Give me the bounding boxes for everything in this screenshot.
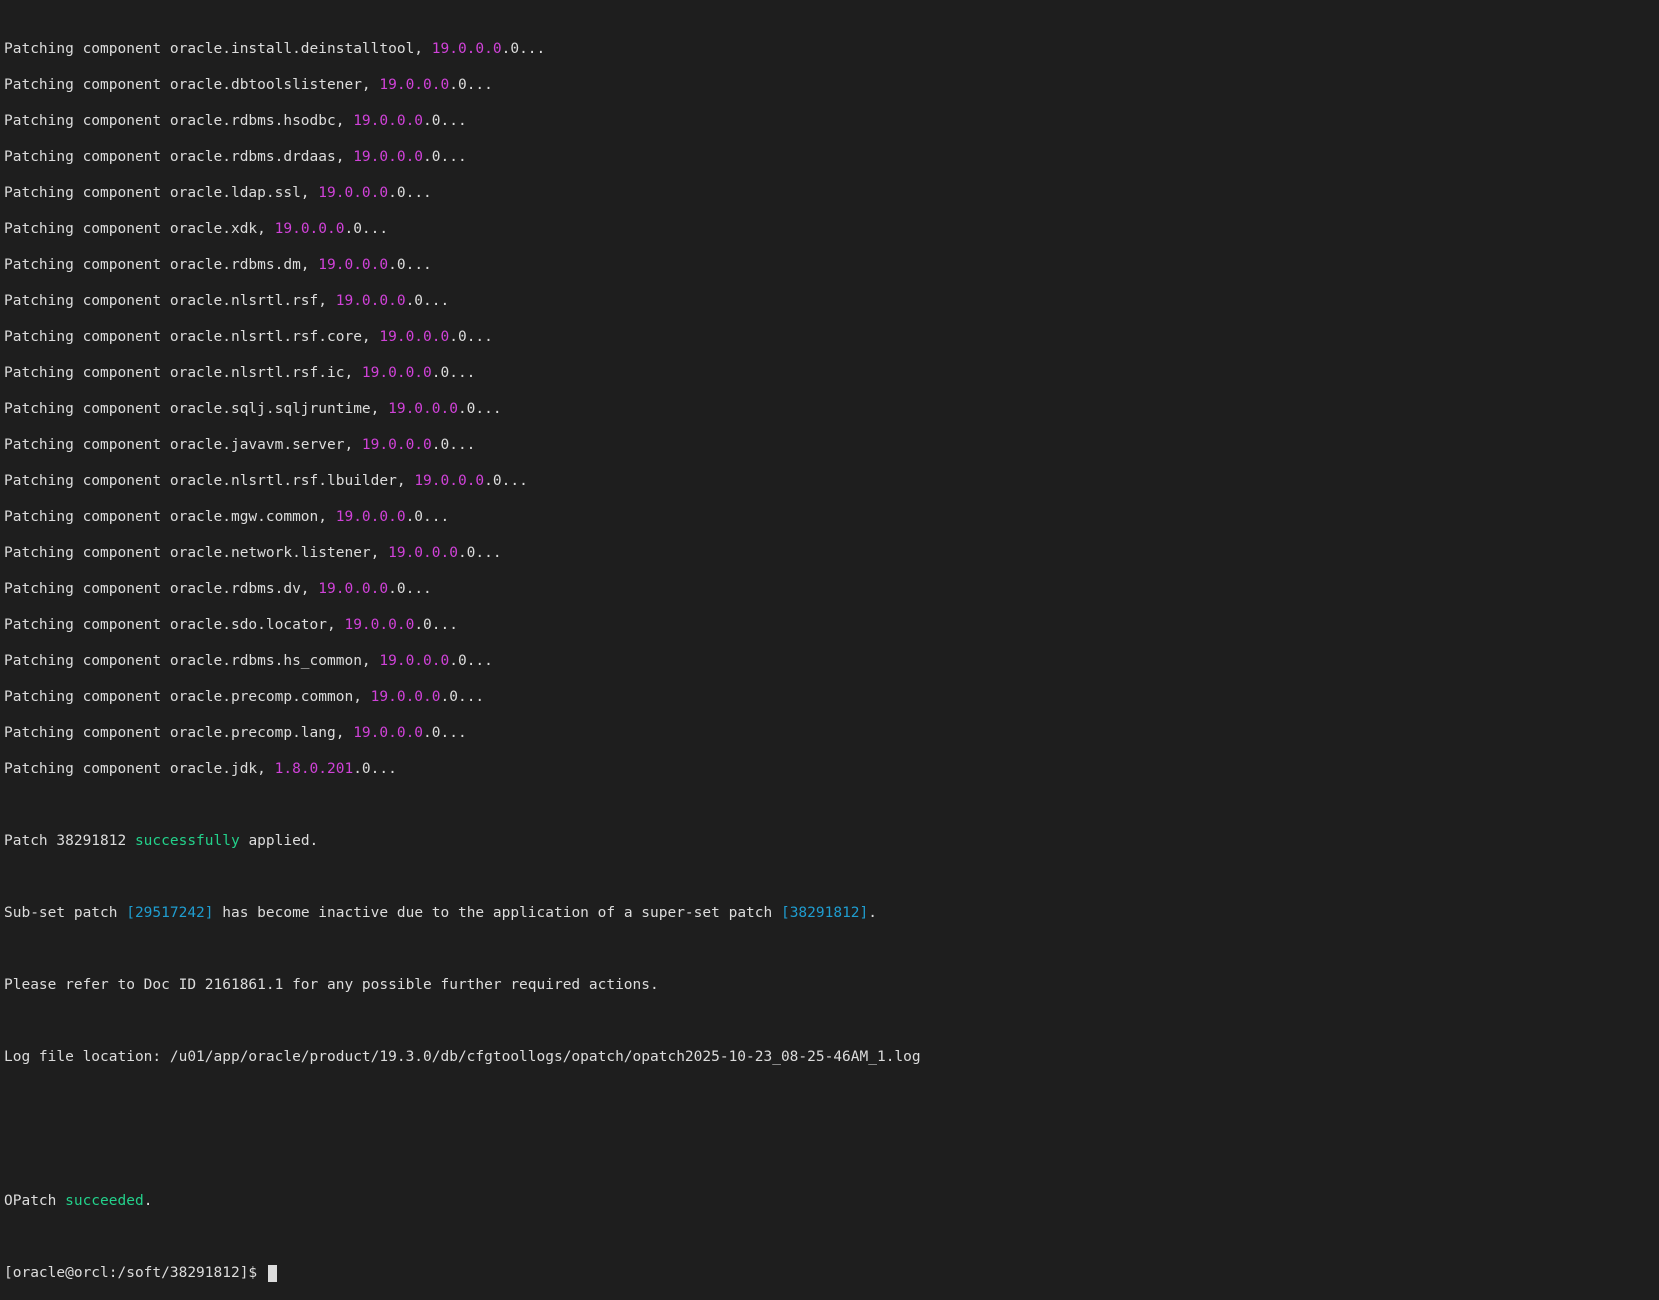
text-cursor	[267, 1264, 277, 1282]
opatch-result-line: OPatch succeeded.	[4, 1193, 153, 1209]
component-version: 19.0.0.0	[335, 293, 406, 309]
component-version: 19.0.0.0	[353, 149, 424, 165]
component-version: 19.0.0.0	[431, 41, 502, 57]
patch-component-line: Patching component oracle.precomp.common…	[4, 689, 485, 705]
patch-component-line: Patching component oracle.rdbms.hsodbc, …	[4, 113, 467, 129]
patch-component-line: Patching component oracle.nlsrtl.rsf.lbu…	[4, 473, 528, 489]
component-version: 1.8.0.201	[274, 761, 354, 777]
patch-component-line: Patching component oracle.precomp.lang, …	[4, 725, 467, 741]
log-file-line: Log file location: /u01/app/oracle/produ…	[4, 1049, 921, 1065]
component-version: 19.0.0.0	[361, 365, 432, 381]
component-version: 19.0.0.0	[318, 581, 389, 597]
terminal-window[interactable]: Patching component oracle.install.deinst…	[0, 0, 1659, 1282]
patch-component-line: Patching component oracle.dbtoolslistene…	[4, 77, 493, 93]
component-version: 19.0.0.0	[353, 725, 424, 741]
component-version: 19.0.0.0	[361, 437, 432, 453]
shell-prompt[interactable]: [oracle@orcl:/soft/38291812]$	[4, 1264, 1659, 1282]
doc-id-line: Please refer to Doc ID 2161861.1 for any…	[4, 977, 659, 993]
patch-component-line: Patching component oracle.rdbms.hs_commo…	[4, 653, 493, 669]
patch-component-line: Patching component oracle.rdbms.drdaas, …	[4, 149, 467, 165]
patch-component-line: Patching component oracle.rdbms.dm, 19.0…	[4, 257, 432, 273]
component-version: 19.0.0.0	[335, 509, 406, 525]
superset-patch-id: [38291812]	[780, 905, 869, 921]
component-version: 19.0.0.0	[379, 653, 450, 669]
patch-component-line: Patching component oracle.nlsrtl.rsf, 19…	[4, 293, 450, 309]
patch-component-line: Patching component oracle.nlsrtl.rsf.ic,…	[4, 365, 476, 381]
component-version: 19.0.0.0	[379, 77, 450, 93]
patch-component-line: Patching component oracle.sqlj.sqljrunti…	[4, 401, 502, 417]
patch-component-line: Patching component oracle.mgw.common, 19…	[4, 509, 450, 525]
patch-component-list: Patching component oracle.install.deinst…	[4, 40, 1659, 778]
component-version: 19.0.0.0	[353, 113, 424, 129]
patch-component-line: Patching component oracle.sdo.locator, 1…	[4, 617, 458, 633]
subset-patch-id: [29517242]	[126, 905, 214, 921]
patch-component-line: Patching component oracle.nlsrtl.rsf.cor…	[4, 329, 493, 345]
patch-applied-line: Patch 38291812 successfully applied.	[4, 833, 319, 849]
patch-component-line: Patching component oracle.network.listen…	[4, 545, 502, 561]
component-version: 19.0.0.0	[370, 689, 441, 705]
component-version: 19.0.0.0	[414, 473, 485, 489]
component-version: 19.0.0.0	[318, 185, 389, 201]
patch-component-line: Patching component oracle.rdbms.dv, 19.0…	[4, 581, 432, 597]
component-version: 19.0.0.0	[318, 257, 389, 273]
prompt-text: [oracle@orcl:/soft/38291812]$	[4, 1265, 266, 1281]
component-version: 19.0.0.0	[388, 401, 458, 417]
succeeded-word: succeeded	[65, 1193, 144, 1209]
subset-patch-line: Sub-set patch [29517242] has become inac…	[4, 905, 878, 921]
patch-component-line: Patching component oracle.xdk, 19.0.0.0.…	[4, 221, 389, 237]
component-version: 19.0.0.0	[379, 329, 450, 345]
patch-component-line: Patching component oracle.javavm.server,…	[4, 437, 476, 453]
component-version: 19.0.0.0	[344, 617, 415, 633]
component-version: 19.0.0.0	[388, 545, 458, 561]
patch-component-line: Patching component oracle.ldap.ssl, 19.0…	[4, 185, 432, 201]
patch-component-line: Patching component oracle.install.deinst…	[4, 41, 546, 57]
patch-component-line: Patching component oracle.jdk, 1.8.0.201…	[4, 761, 397, 777]
success-word: successfully	[134, 833, 240, 849]
component-version: 19.0.0.0	[274, 221, 345, 237]
